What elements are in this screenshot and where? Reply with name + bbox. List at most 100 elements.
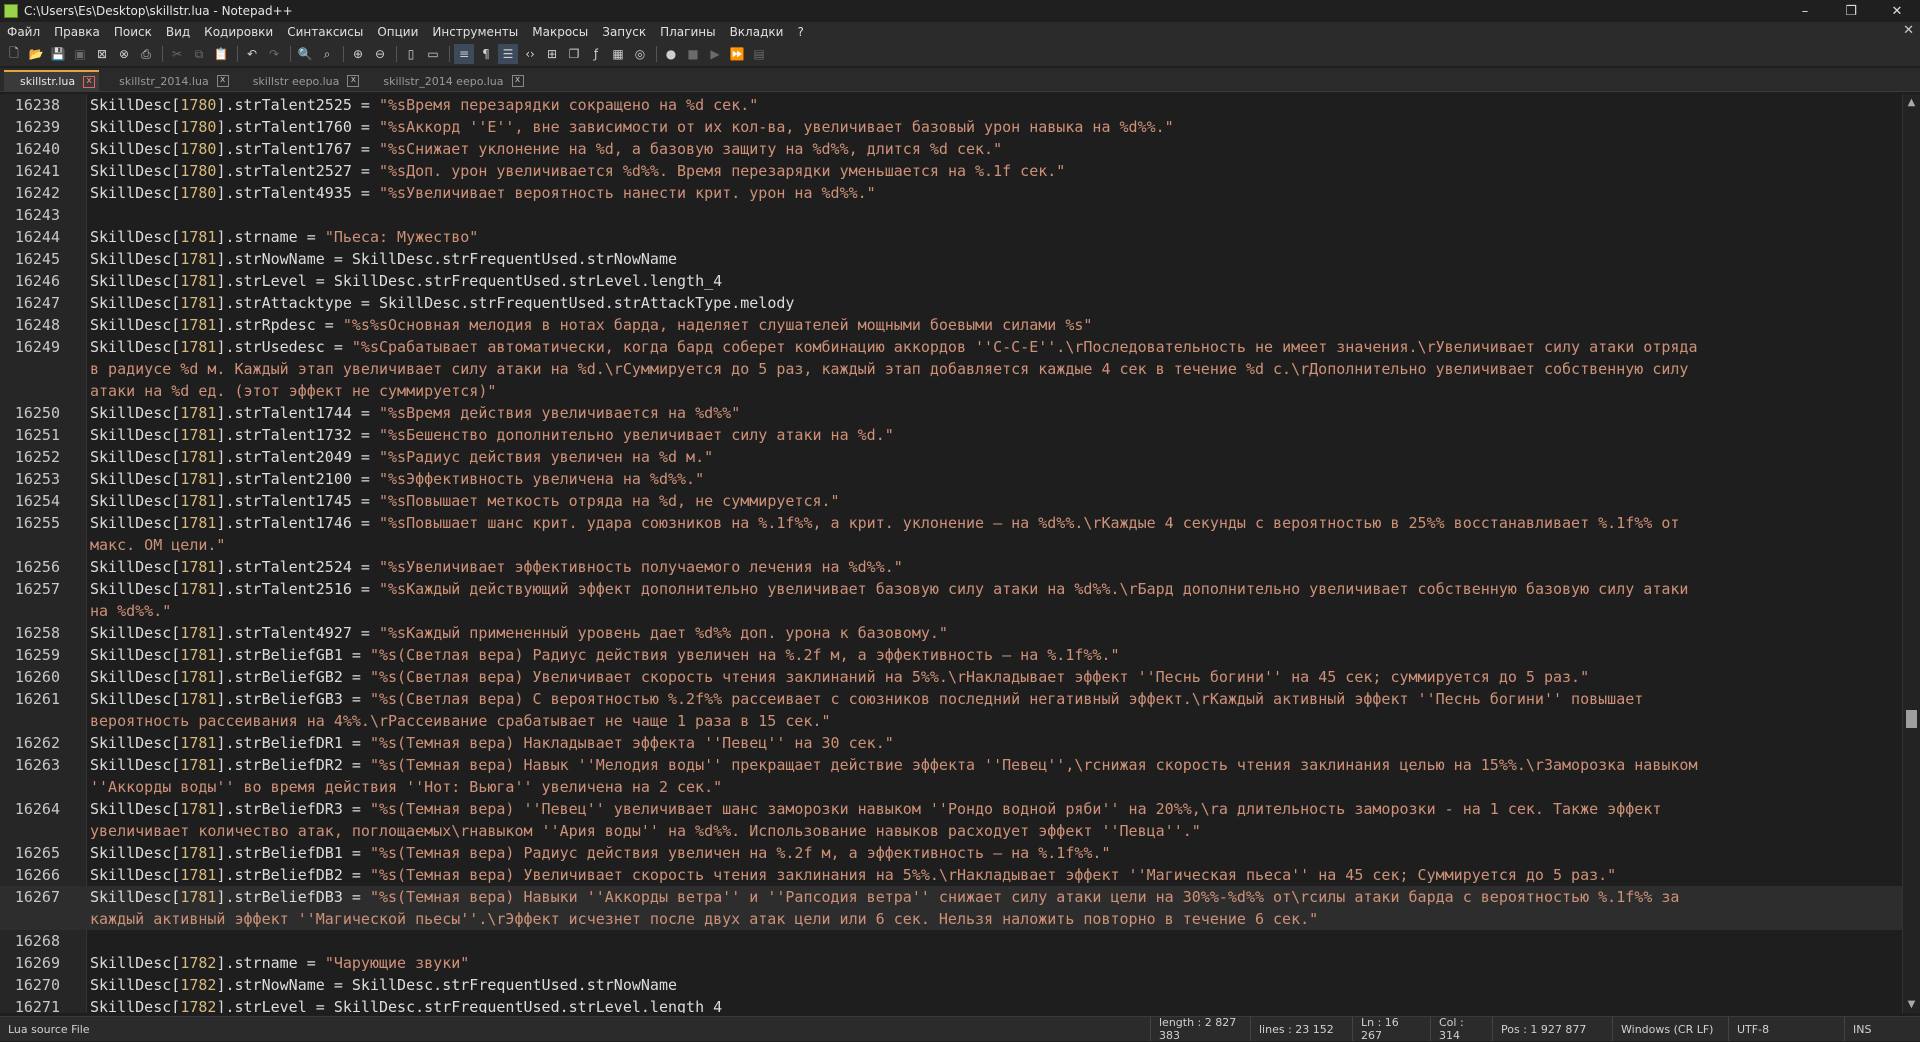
code-line[interactable]: атаки на %d ед. (этот эффект не суммируе…: [0, 380, 1903, 402]
copy-icon[interactable]: ⧉: [189, 44, 209, 64]
tab-close-icon[interactable]: x: [347, 75, 360, 87]
code-line[interactable]: 16261 SkillDesc[1781].strBeliefGB3 = "%s(…: [0, 688, 1903, 710]
play-macro-icon[interactable]: ▶: [705, 44, 725, 64]
code-line[interactable]: каждый активный эффект ''Магической пьес…: [0, 908, 1903, 930]
menu-edit[interactable]: Правка: [47, 25, 107, 39]
zoom-in-icon[interactable]: ⊕: [348, 44, 368, 64]
code-line[interactable]: 16245 SkillDesc[1781].strNowName = SkillD…: [0, 248, 1903, 270]
code-line[interactable]: 16242 SkillDesc[1780].strTalent4935 = "%s…: [0, 182, 1903, 204]
code-line[interactable]: 16250 SkillDesc[1781].strTalent1744 = "%s…: [0, 402, 1903, 424]
menu-file[interactable]: Файл: [0, 25, 47, 39]
tab-close-icon[interactable]: x: [216, 75, 229, 87]
code-line[interactable]: 16260 SkillDesc[1781].strBeliefGB2 = "%s(…: [0, 666, 1903, 688]
menu-tools[interactable]: Инструменты: [425, 25, 525, 39]
document-list-icon[interactable]: ❐: [564, 44, 584, 64]
code-line[interactable]: 16239 SkillDesc[1780].strTalent1760 = "%s…: [0, 116, 1903, 138]
document-map-icon[interactable]: ⊞: [542, 44, 562, 64]
find-icon[interactable]: 🔍: [295, 44, 315, 64]
tab-skillstr-2014-lua[interactable]: skillstr_2014.lua x: [103, 71, 233, 91]
sync-vertical-icon[interactable]: ▯: [401, 44, 421, 64]
redo-icon[interactable]: ↷: [264, 44, 284, 64]
tab-skillstr-eepo-lua[interactable]: skillstr eepo.lua x: [237, 71, 364, 91]
minimize-button[interactable]: –: [1782, 0, 1828, 22]
code-line[interactable]: 16244 SkillDesc[1781].strname = "Пьеса: М…: [0, 226, 1903, 248]
code-line[interactable]: 16265 SkillDesc[1781].strBeliefDB1 = "%s(…: [0, 842, 1903, 864]
code-line[interactable]: 16263 SkillDesc[1781].strBeliefDR2 = "%s(…: [0, 754, 1903, 776]
code-line[interactable]: 16254 SkillDesc[1781].strTalent1745 = "%s…: [0, 490, 1903, 512]
save-all-icon[interactable]: ▣: [70, 44, 90, 64]
code-line[interactable]: 16268: [0, 930, 1903, 952]
code-line[interactable]: 16258 SkillDesc[1781].strTalent4927 = "%s…: [0, 622, 1903, 644]
zoom-out-icon[interactable]: ⊖: [370, 44, 390, 64]
tab-skillstr-lua[interactable]: skillstr.lua x: [4, 70, 100, 91]
code-line[interactable]: 16264 SkillDesc[1781].strBeliefDR3 = "%s(…: [0, 798, 1903, 820]
code-line[interactable]: ''Аккорды воды'' во время действия ''Нот…: [0, 776, 1903, 798]
undo-icon[interactable]: ↶: [242, 44, 262, 64]
code-line[interactable]: 16271 SkillDesc[1782].strLevel = SkillDes…: [0, 996, 1903, 1013]
menu-window[interactable]: Вкладки: [723, 25, 791, 39]
tab-close-icon[interactable]: x: [83, 75, 96, 88]
print-icon[interactable]: ⎙: [136, 44, 156, 64]
function-list-icon[interactable]: ƒ: [586, 44, 606, 64]
open-file-icon[interactable]: 📂: [26, 44, 46, 64]
code-line[interactable]: 16253 SkillDesc[1781].strTalent2100 = "%s…: [0, 468, 1903, 490]
word-wrap-icon[interactable]: ≡: [454, 44, 474, 64]
new-file-icon[interactable]: 🗋: [4, 44, 24, 64]
xml-tag-icon[interactable]: ‹›: [520, 44, 540, 64]
run-macro-multiple-icon[interactable]: ⏩: [727, 44, 747, 64]
close-button[interactable]: ✕: [1874, 0, 1920, 22]
scroll-down-icon[interactable]: ▼: [1903, 996, 1920, 1013]
tab-skillstr-2014-eepo-lua[interactable]: skillstr_2014 eepo.lua x: [367, 71, 527, 91]
code-line[interactable]: 16246 SkillDesc[1781].strLevel = SkillDes…: [0, 270, 1903, 292]
close-icon[interactable]: ⊠: [92, 44, 112, 64]
code-line[interactable]: вероятность рассеивания на 4%%.\rРассеив…: [0, 710, 1903, 732]
save-macro-icon[interactable]: ▤: [749, 44, 769, 64]
tab-close-icon[interactable]: x: [511, 75, 524, 87]
folder-workspace-icon[interactable]: ▦: [608, 44, 628, 64]
code-line[interactable]: 16248 SkillDesc[1781].strRpdesc = "%s%sОс…: [0, 314, 1903, 336]
scroll-up-icon[interactable]: ▲: [1903, 94, 1920, 111]
menu-run[interactable]: Запуск: [595, 25, 653, 39]
code-line[interactable]: 16270 SkillDesc[1782].strNowName = SkillD…: [0, 974, 1903, 996]
record-macro-icon[interactable]: ●: [661, 44, 681, 64]
menu-search[interactable]: Поиск: [107, 25, 159, 39]
code-line[interactable]: на %d%%.": [0, 600, 1903, 622]
indent-guide-icon[interactable]: ☰: [498, 44, 518, 64]
code-line[interactable]: 16252 SkillDesc[1781].strTalent2049 = "%s…: [0, 446, 1903, 468]
close-all-icon[interactable]: ⊗: [114, 44, 134, 64]
status-encoding[interactable]: UTF-8: [1728, 1017, 1844, 1041]
vertical-scrollbar[interactable]: ▲ ▼: [1902, 94, 1920, 1013]
menu-plugins[interactable]: Плагины: [653, 25, 722, 39]
sync-horizontal-icon[interactable]: ▭: [423, 44, 443, 64]
code-line[interactable]: 16238 SkillDesc[1780].strTalent2525 = "%s…: [0, 94, 1903, 116]
code-line[interactable]: 16243: [0, 204, 1903, 226]
paste-icon[interactable]: 📋: [211, 44, 231, 64]
save-icon[interactable]: 💾: [48, 44, 68, 64]
code-line[interactable]: 16241 SkillDesc[1780].strTalent2527 = "%s…: [0, 160, 1903, 182]
menu-macro[interactable]: Макросы: [525, 25, 595, 39]
code-line[interactable]: 16262 SkillDesc[1781].strBeliefDR1 = "%s(…: [0, 732, 1903, 754]
code-line[interactable]: 16266 SkillDesc[1781].strBeliefDB2 = "%s(…: [0, 864, 1903, 886]
code-line[interactable]: 16267 SkillDesc[1781].strBeliefDB3 = "%s(…: [0, 886, 1903, 908]
code-line[interactable]: 16257 SkillDesc[1781].strTalent2516 = "%s…: [0, 578, 1903, 600]
cut-icon[interactable]: ✂: [167, 44, 187, 64]
menu-view[interactable]: Вид: [159, 25, 197, 39]
menu-encoding[interactable]: Кодировки: [197, 25, 280, 39]
code-line[interactable]: 16251 SkillDesc[1781].strTalent1732 = "%s…: [0, 424, 1903, 446]
code-line[interactable]: 16259 SkillDesc[1781].strBeliefGB1 = "%s(…: [0, 644, 1903, 666]
replace-icon[interactable]: ⌕: [317, 44, 337, 64]
code-line[interactable]: макс. ОМ цели.": [0, 534, 1903, 556]
code-line[interactable]: в радиусе %d м. Каждый этап увеличивает …: [0, 358, 1903, 380]
close-document-icon[interactable]: ✕: [1903, 23, 1914, 38]
status-eol[interactable]: Windows (CR LF): [1612, 1017, 1728, 1041]
stop-macro-icon[interactable]: ■: [683, 44, 703, 64]
show-all-chars-icon[interactable]: ¶: [476, 44, 496, 64]
code-editor[interactable]: 16238 SkillDesc[1780].strTalent2525 = "%s…: [0, 94, 1903, 1013]
menu-settings[interactable]: Опции: [370, 25, 425, 39]
code-line[interactable]: 16247 SkillDesc[1781].strAttacktype = Ski…: [0, 292, 1903, 314]
menu-language[interactable]: Синтаксисы: [280, 25, 370, 39]
maximize-button[interactable]: ❐: [1828, 0, 1874, 22]
code-line[interactable]: 16256 SkillDesc[1781].strTalent2524 = "%s…: [0, 556, 1903, 578]
code-line[interactable]: 16249 SkillDesc[1781].strUsedesc = "%sСра…: [0, 336, 1903, 358]
code-line[interactable]: 16255 SkillDesc[1781].strTalent1746 = "%s…: [0, 512, 1903, 534]
